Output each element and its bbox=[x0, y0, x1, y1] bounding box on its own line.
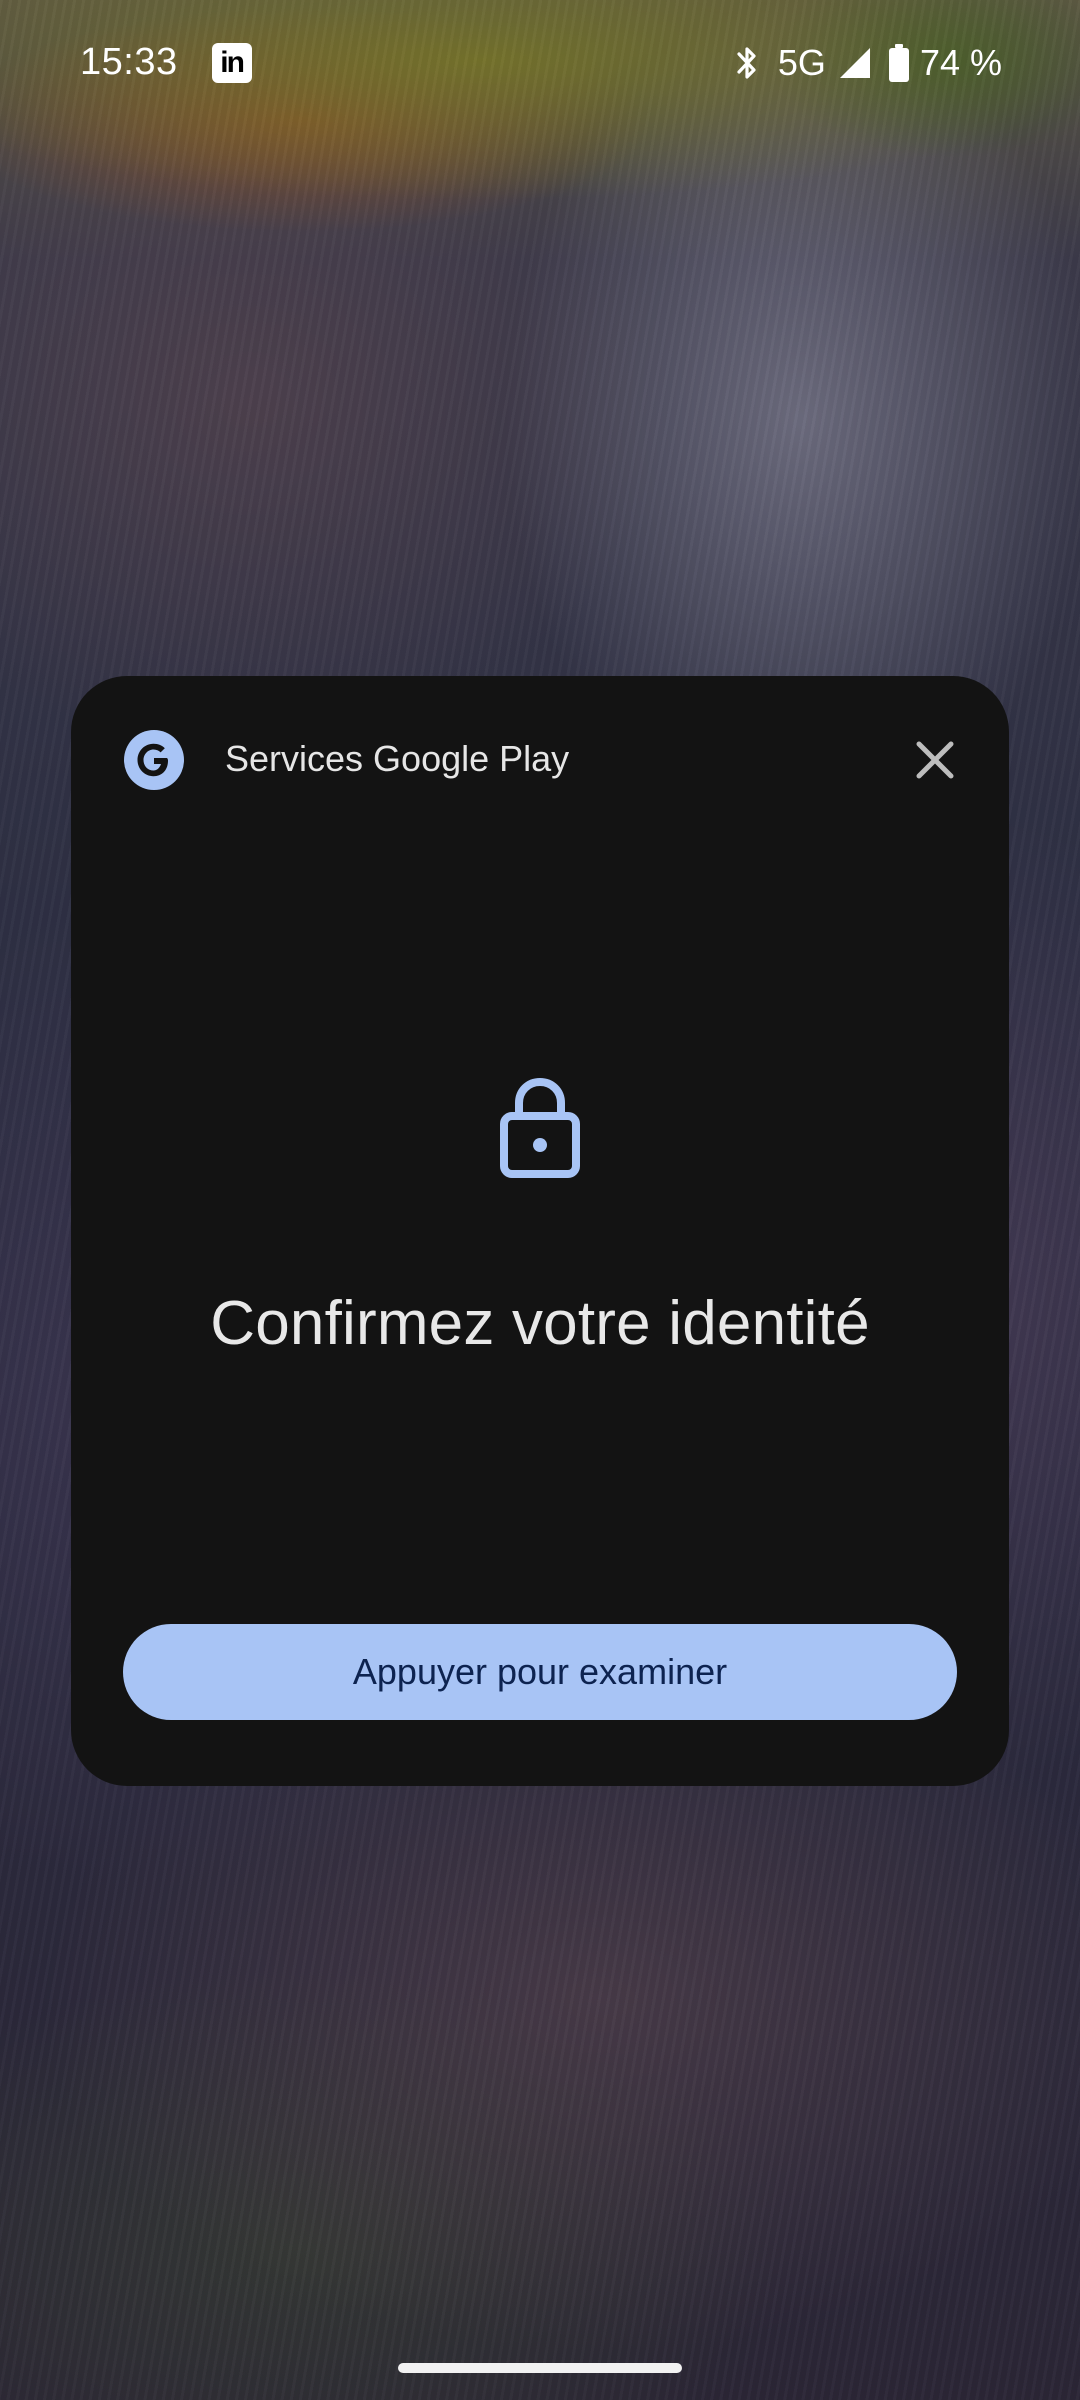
app-name: Services Google Play bbox=[225, 738, 570, 779]
battery-percent: 74 % bbox=[919, 41, 1002, 83]
dialog-header: Services Google Play bbox=[71, 730, 1009, 840]
google-g-icon bbox=[124, 730, 184, 790]
gesture-bar[interactable] bbox=[398, 2363, 682, 2373]
network-type: 5G bbox=[777, 41, 826, 83]
close-button[interactable] bbox=[907, 734, 963, 790]
status-time: 15:33 bbox=[80, 41, 178, 83]
battery-icon bbox=[888, 43, 910, 82]
bluetooth-icon bbox=[732, 43, 762, 83]
status-bar: 15:33 in 5G 74 % bbox=[0, 0, 1080, 125]
status-right: 5G 74 % bbox=[732, 42, 1002, 84]
lock-icon bbox=[498, 1076, 582, 1180]
status-left: 15:33 in bbox=[80, 41, 252, 84]
close-icon bbox=[915, 740, 955, 785]
signal-icon bbox=[838, 46, 872, 80]
review-button[interactable]: Appuyer pour examiner bbox=[123, 1624, 957, 1720]
identity-dialog: Services Google Play Confirmez votre ide… bbox=[71, 676, 1009, 1786]
dialog-title: Confirmez votre identité bbox=[210, 1289, 870, 1358]
linkedin-icon: in bbox=[211, 42, 252, 83]
